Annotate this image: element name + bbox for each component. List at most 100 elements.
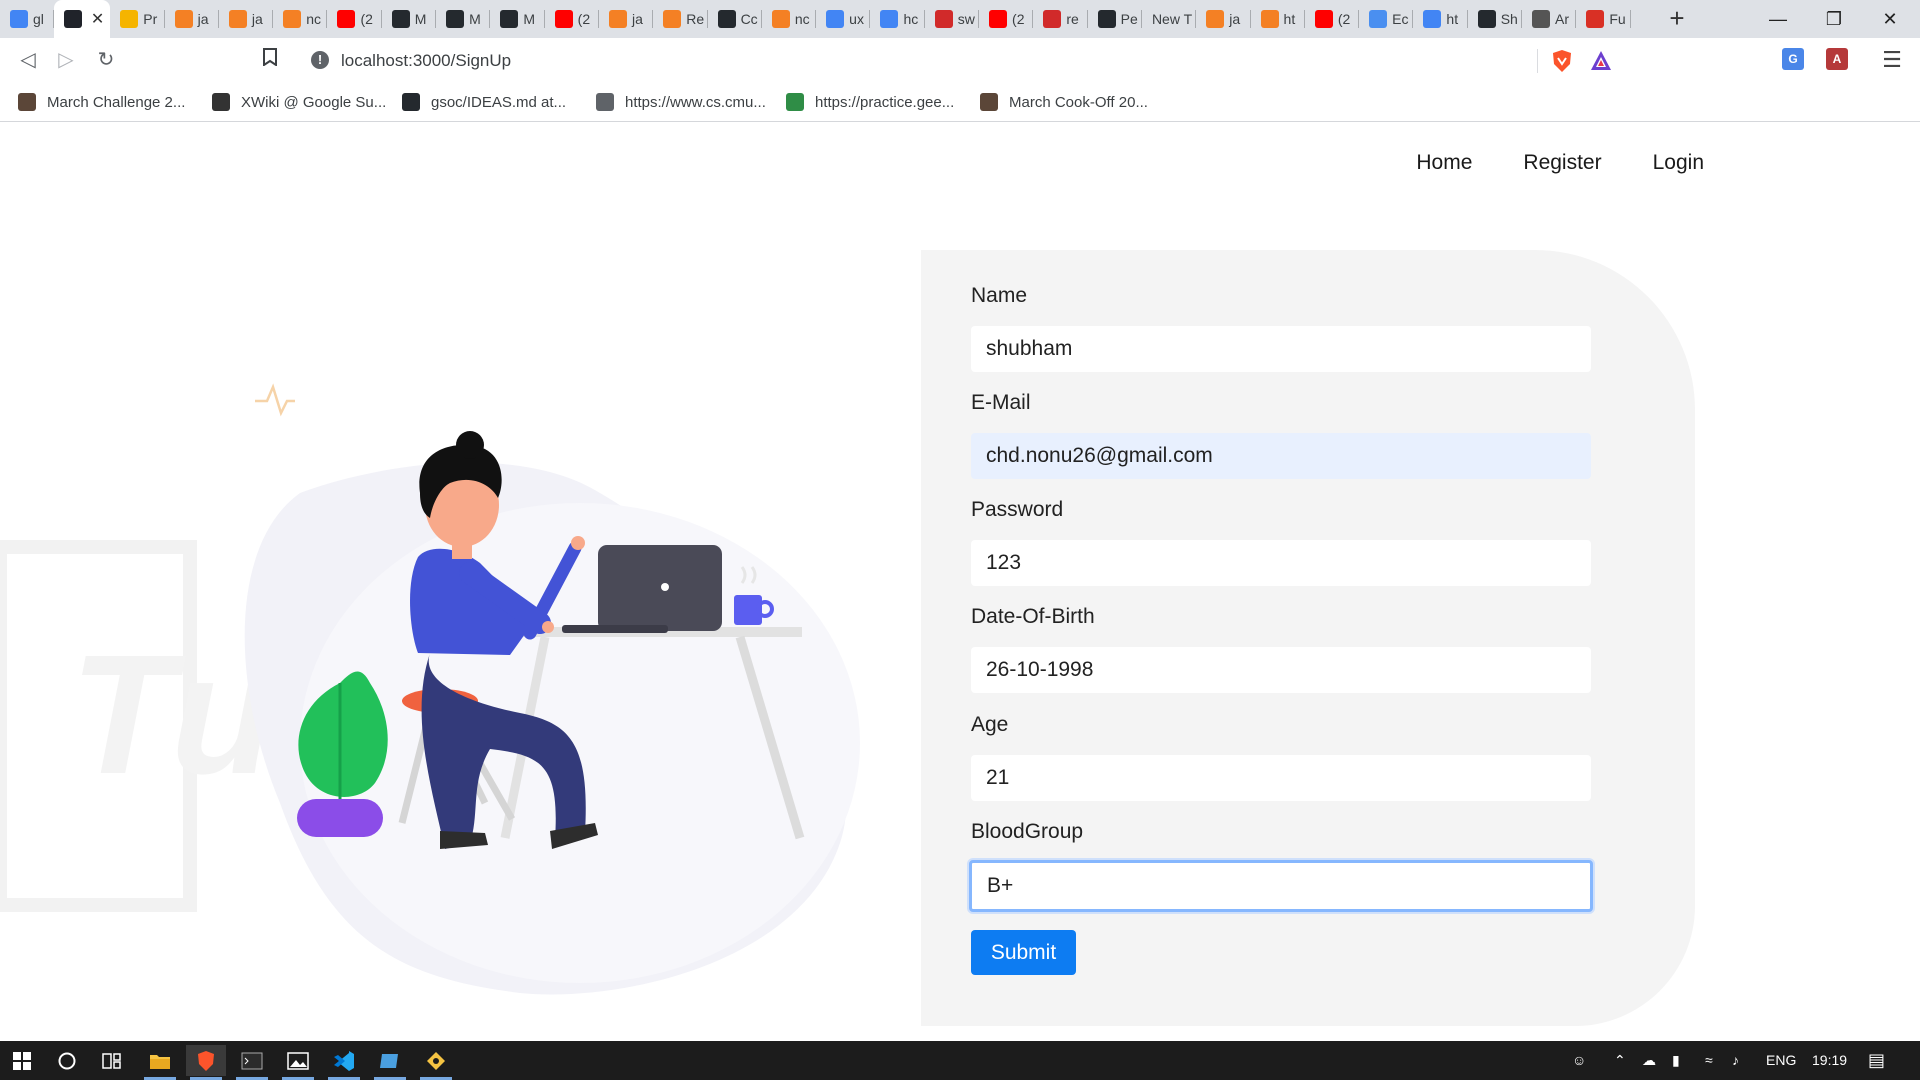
translate-extension-icon[interactable]: G	[1782, 48, 1804, 70]
address-bar[interactable]: ! localhost:3000/SignUp	[298, 42, 1624, 78]
browser-tab[interactable]: ht	[1251, 0, 1305, 38]
browser-tab[interactable]: ✕	[54, 0, 111, 38]
browser-tab[interactable]: hc	[870, 0, 925, 38]
site-info-icon[interactable]: !	[311, 51, 329, 69]
browser-tab[interactable]: M	[436, 0, 491, 38]
file-explorer-icon[interactable]	[140, 1045, 180, 1080]
top-navigation: Home Register Login	[1365, 151, 1704, 175]
browser-tab[interactable]: nc	[762, 0, 817, 38]
cortana-search-icon[interactable]	[47, 1045, 87, 1076]
volume-icon[interactable]: ♪	[1732, 1041, 1739, 1080]
windows-start-icon[interactable]	[2, 1045, 42, 1076]
name-input[interactable]	[971, 326, 1591, 372]
browser-tab[interactable]: Ar	[1522, 0, 1577, 38]
browser-tab[interactable]: Sh	[1468, 0, 1523, 38]
bookmarks-bar: March Challenge 2... XWiki @ Google Su...…	[0, 82, 1920, 122]
browser-tab[interactable]: (2	[1305, 0, 1360, 38]
brave-browser-icon[interactable]	[186, 1045, 226, 1080]
git-app-icon[interactable]	[416, 1045, 456, 1080]
age-input[interactable]	[971, 755, 1591, 801]
bookmark-item[interactable]: March Challenge 2...	[18, 90, 185, 114]
wifi-icon[interactable]: ≈	[1705, 1041, 1713, 1080]
password-input[interactable]	[971, 540, 1591, 586]
bookmark-item[interactable]: https://www.cs.cmu...	[596, 90, 766, 114]
age-field: Age	[971, 713, 1591, 801]
address-url[interactable]: localhost:3000/SignUp	[341, 51, 511, 71]
battery-icon[interactable]: ▮	[1672, 1041, 1680, 1080]
tab-label: (2	[1337, 11, 1351, 27]
browser-tab[interactable]: (2	[327, 0, 382, 38]
browser-tab[interactable]: (2	[545, 0, 599, 38]
bloodgroup-label: BloodGroup	[971, 820, 1084, 843]
github-icon	[391, 10, 410, 28]
bookmark-icon[interactable]	[256, 46, 284, 74]
nav-home[interactable]: Home	[1416, 151, 1472, 175]
browser-tab[interactable]: ht	[1413, 0, 1468, 38]
browser-tab[interactable]: ja	[1196, 0, 1251, 38]
tab-label: M	[523, 11, 536, 27]
people-icon[interactable]: ☺	[1572, 1041, 1586, 1080]
browser-tab[interactable]: M	[382, 0, 437, 38]
github-icon	[1097, 10, 1116, 28]
bookmark-item[interactable]: March Cook-Off 20...	[980, 90, 1148, 114]
browser-tab[interactable]: Pr	[110, 0, 165, 38]
dob-input[interactable]	[971, 647, 1591, 693]
browser-tab[interactable]: ja	[219, 0, 274, 38]
minimize-button[interactable]: —	[1750, 0, 1806, 38]
brave-shield-icon[interactable]	[1551, 49, 1573, 73]
address-divider	[1537, 49, 1538, 73]
browser-tab[interactable]: Ec	[1359, 0, 1414, 38]
browser-tab[interactable]: ux	[816, 0, 871, 38]
browser-tab[interactable]: Cc	[708, 0, 762, 38]
browser-tab[interactable]: ja	[599, 0, 654, 38]
task-view-icon[interactable]	[92, 1045, 132, 1076]
back-icon[interactable]: ◁	[14, 46, 42, 74]
new-tab-button[interactable]: +	[1662, 4, 1692, 34]
browser-tab[interactable]: sw	[925, 0, 980, 38]
app-icon[interactable]	[370, 1045, 410, 1080]
github-icon	[446, 10, 465, 28]
browser-tab[interactable]: New T	[1142, 0, 1197, 38]
forward-icon[interactable]: ▷	[52, 46, 80, 74]
bloodgroup-input[interactable]	[969, 860, 1593, 912]
globe-icon	[596, 93, 614, 111]
browser-tab[interactable]: nc	[273, 0, 328, 38]
vscode-icon[interactable]	[324, 1045, 364, 1080]
browser-tab[interactable]: ja	[165, 0, 219, 38]
browser-tab[interactable]: M	[490, 0, 545, 38]
nav-login[interactable]: Login	[1653, 151, 1704, 175]
onedrive-icon[interactable]: ☁	[1642, 1041, 1656, 1080]
tab-label: ux	[849, 11, 864, 27]
windows-taskbar: ☺ ⌃ ☁ ▮ ≈ ♪ ENG 19:19 ▤	[0, 1041, 1920, 1080]
bookmark-item[interactable]: https://practice.gee...	[786, 90, 954, 114]
browser-menu-icon[interactable]: ☰	[1878, 46, 1906, 74]
close-window-button[interactable]: ✕	[1862, 0, 1918, 38]
bookmark-label: https://www.cs.cmu...	[625, 93, 766, 111]
google-icon	[826, 10, 845, 28]
nav-register[interactable]: Register	[1523, 151, 1601, 175]
action-center-icon[interactable]: ▤	[1868, 1041, 1885, 1080]
close-tab-icon[interactable]: ✕	[91, 9, 104, 29]
browser-tab[interactable]: Fu	[1576, 0, 1631, 38]
tab-label: New T	[1151, 11, 1193, 27]
browser-tab[interactable]: Pe	[1088, 0, 1142, 38]
reload-icon[interactable]: ↻	[92, 46, 120, 74]
browser-tab[interactable]: gl	[0, 0, 55, 38]
bookmark-item[interactable]: XWiki @ Google Su...	[212, 90, 386, 114]
browser-tab[interactable]: re	[1033, 0, 1088, 38]
restore-button[interactable]: ❐	[1806, 0, 1862, 38]
tab-list: gl ✕ Pr ja ja nc (2 M M M (2 ja Re Cc nc ux hc sw (2 re Pe Ne…	[0, 0, 1631, 38]
language-indicator[interactable]: ENG	[1766, 1041, 1796, 1080]
browser-tab[interactable]: (2	[979, 0, 1034, 38]
pdf-extension-icon[interactable]: A	[1826, 48, 1848, 70]
brave-rewards-icon[interactable]	[1589, 49, 1613, 73]
submit-button[interactable]: Submit	[971, 930, 1076, 975]
email-input[interactable]	[971, 433, 1591, 479]
bookmark-item[interactable]: gsoc/IDEAS.md at...	[402, 90, 566, 114]
clock[interactable]: 19:19	[1812, 1041, 1847, 1080]
photos-icon[interactable]	[278, 1045, 318, 1080]
browser-tab[interactable]: Re	[653, 0, 708, 38]
stackoverflow-icon	[771, 10, 790, 28]
show-hidden-icons[interactable]: ⌃	[1614, 1041, 1626, 1080]
terminal-icon[interactable]	[232, 1045, 272, 1080]
